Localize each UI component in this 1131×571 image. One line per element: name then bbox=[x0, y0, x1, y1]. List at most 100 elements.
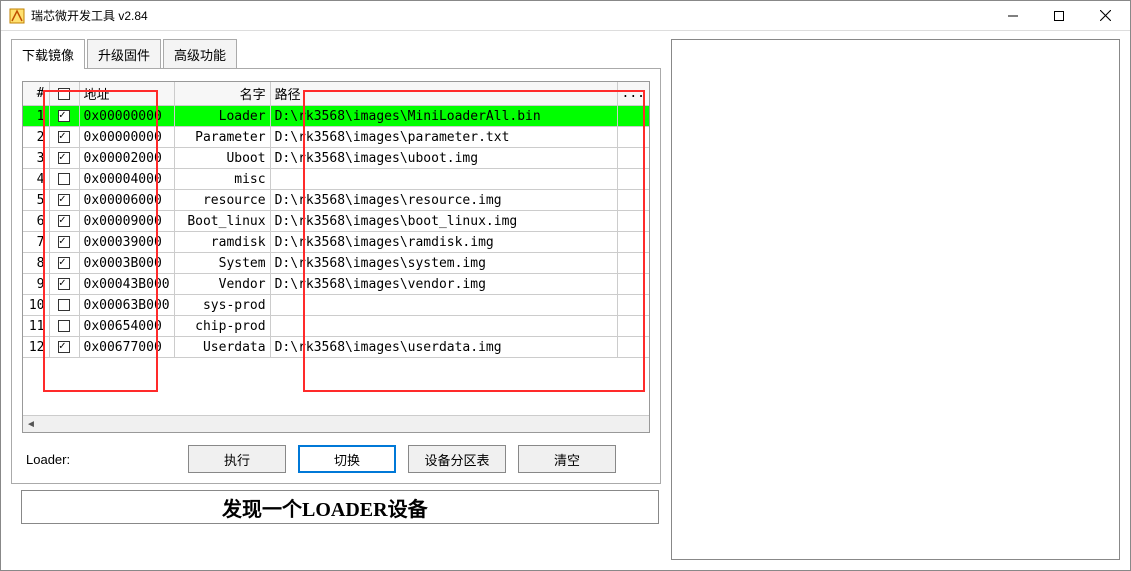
tab-download-image[interactable]: 下载镜像 bbox=[11, 39, 85, 69]
cell-address[interactable]: 0x00039000 bbox=[79, 232, 174, 253]
cell-extra[interactable] bbox=[617, 295, 649, 316]
cell-check[interactable] bbox=[49, 232, 79, 253]
cell-path[interactable]: D:\rk3568\images\system.img bbox=[270, 253, 617, 274]
col-number[interactable]: # bbox=[23, 82, 49, 106]
cell-path[interactable] bbox=[270, 169, 617, 190]
cell-check[interactable] bbox=[49, 274, 79, 295]
maximize-button[interactable] bbox=[1036, 2, 1082, 30]
close-icon bbox=[1100, 10, 1111, 21]
cell-path[interactable]: D:\rk3568\images\userdata.img bbox=[270, 337, 617, 358]
left-panel: 下载镜像 升级固件 高级功能 # 地址 名字 路径 ... bbox=[11, 39, 661, 560]
table-row[interactable]: 10x00000000LoaderD:\rk3568\images\MiniLo… bbox=[23, 106, 649, 127]
checkbox-icon bbox=[58, 320, 70, 332]
col-extra[interactable]: ... bbox=[617, 82, 649, 106]
cell-extra[interactable] bbox=[617, 232, 649, 253]
checkbox-icon bbox=[58, 299, 70, 311]
cell-extra[interactable] bbox=[617, 190, 649, 211]
table-row[interactable]: 20x00000000ParameterD:\rk3568\images\par… bbox=[23, 127, 649, 148]
cell-address[interactable]: 0x00000000 bbox=[79, 127, 174, 148]
horizontal-scrollbar[interactable]: ◄ bbox=[23, 415, 649, 432]
cell-name[interactable]: Parameter bbox=[174, 127, 270, 148]
table-row[interactable]: 50x00006000resourceD:\rk3568\images\reso… bbox=[23, 190, 649, 211]
cell-address[interactable]: 0x0003B000 bbox=[79, 253, 174, 274]
cell-name[interactable]: System bbox=[174, 253, 270, 274]
cell-name[interactable]: Boot_linux bbox=[174, 211, 270, 232]
cell-extra[interactable] bbox=[617, 253, 649, 274]
col-check[interactable] bbox=[49, 82, 79, 106]
cell-name[interactable]: Uboot bbox=[174, 148, 270, 169]
cell-address[interactable]: 0x00006000 bbox=[79, 190, 174, 211]
table-row[interactable]: 40x00004000misc bbox=[23, 169, 649, 190]
cell-name[interactable]: resource bbox=[174, 190, 270, 211]
cell-check[interactable] bbox=[49, 337, 79, 358]
cell-name[interactable]: Vendor bbox=[174, 274, 270, 295]
cell-extra[interactable] bbox=[617, 127, 649, 148]
cell-extra[interactable] bbox=[617, 106, 649, 127]
cell-address[interactable]: 0x00654000 bbox=[79, 316, 174, 337]
switch-button[interactable]: 切换 bbox=[298, 445, 396, 473]
status-bar: 发现一个LOADER设备 bbox=[21, 490, 659, 524]
checkbox-icon bbox=[58, 257, 70, 269]
cell-path[interactable]: D:\rk3568\images\vendor.img bbox=[270, 274, 617, 295]
cell-extra[interactable] bbox=[617, 211, 649, 232]
table-row[interactable]: 60x00009000Boot_linuxD:\rk3568\images\bo… bbox=[23, 211, 649, 232]
cell-path[interactable]: D:\rk3568\images\parameter.txt bbox=[270, 127, 617, 148]
cell-address[interactable]: 0x00677000 bbox=[79, 337, 174, 358]
checkbox-icon bbox=[58, 88, 70, 100]
clear-button[interactable]: 清空 bbox=[518, 445, 616, 473]
cell-path[interactable]: D:\rk3568\images\resource.img bbox=[270, 190, 617, 211]
cell-name[interactable]: Loader bbox=[174, 106, 270, 127]
cell-address[interactable]: 0x00002000 bbox=[79, 148, 174, 169]
cell-check[interactable] bbox=[49, 211, 79, 232]
cell-check[interactable] bbox=[49, 295, 79, 316]
col-address[interactable]: 地址 bbox=[79, 82, 174, 106]
checkbox-icon bbox=[58, 341, 70, 353]
cell-address[interactable]: 0x00004000 bbox=[79, 169, 174, 190]
cell-extra[interactable] bbox=[617, 337, 649, 358]
cell-name[interactable]: ramdisk bbox=[174, 232, 270, 253]
table-row[interactable]: 110x00654000chip-prod bbox=[23, 316, 649, 337]
cell-path[interactable]: D:\rk3568\images\ramdisk.img bbox=[270, 232, 617, 253]
execute-button[interactable]: 执行 bbox=[188, 445, 286, 473]
cell-extra[interactable] bbox=[617, 169, 649, 190]
table-row[interactable]: 100x00063B000sys-prod bbox=[23, 295, 649, 316]
checkbox-icon bbox=[58, 152, 70, 164]
table-row[interactable]: 90x00043B000VendorD:\rk3568\images\vendo… bbox=[23, 274, 649, 295]
cell-path[interactable]: D:\rk3568\images\boot_linux.img bbox=[270, 211, 617, 232]
cell-path[interactable] bbox=[270, 316, 617, 337]
minimize-button[interactable] bbox=[990, 2, 1036, 30]
cell-path[interactable] bbox=[270, 295, 617, 316]
cell-check[interactable] bbox=[49, 148, 79, 169]
cell-name[interactable]: chip-prod bbox=[174, 316, 270, 337]
cell-address[interactable]: 0x00043B000 bbox=[79, 274, 174, 295]
cell-extra[interactable] bbox=[617, 316, 649, 337]
table-row[interactable]: 30x00002000UbootD:\rk3568\images\uboot.i… bbox=[23, 148, 649, 169]
cell-name[interactable]: sys-prod bbox=[174, 295, 270, 316]
cell-check[interactable] bbox=[49, 253, 79, 274]
cell-check[interactable] bbox=[49, 106, 79, 127]
cell-check[interactable] bbox=[49, 190, 79, 211]
partition-table[interactable]: # 地址 名字 路径 ... 10x00000000LoaderD:\rk356… bbox=[23, 82, 649, 358]
tab-advanced[interactable]: 高级功能 bbox=[163, 39, 237, 69]
cell-path[interactable]: D:\rk3568\images\uboot.img bbox=[270, 148, 617, 169]
col-name[interactable]: 名字 bbox=[174, 82, 270, 106]
cell-extra[interactable] bbox=[617, 148, 649, 169]
cell-name[interactable]: misc bbox=[174, 169, 270, 190]
cell-address[interactable]: 0x00000000 bbox=[79, 106, 174, 127]
cell-address[interactable]: 0x00009000 bbox=[79, 211, 174, 232]
cell-check[interactable] bbox=[49, 127, 79, 148]
cell-extra[interactable] bbox=[617, 274, 649, 295]
partition-table-button[interactable]: 设备分区表 bbox=[408, 445, 506, 473]
cell-name[interactable]: Userdata bbox=[174, 337, 270, 358]
col-path[interactable]: 路径 bbox=[270, 82, 617, 106]
close-button[interactable] bbox=[1082, 2, 1128, 30]
table-row[interactable]: 80x0003B000SystemD:\rk3568\images\system… bbox=[23, 253, 649, 274]
tab-upgrade-firmware[interactable]: 升级固件 bbox=[87, 39, 161, 69]
cell-address[interactable]: 0x00063B000 bbox=[79, 295, 174, 316]
cell-check[interactable] bbox=[49, 316, 79, 337]
cell-path[interactable]: D:\rk3568\images\MiniLoaderAll.bin bbox=[270, 106, 617, 127]
cell-check[interactable] bbox=[49, 169, 79, 190]
table-row[interactable]: 70x00039000ramdiskD:\rk3568\images\ramdi… bbox=[23, 232, 649, 253]
log-panel[interactable] bbox=[671, 39, 1120, 560]
table-row[interactable]: 120x00677000UserdataD:\rk3568\images\use… bbox=[23, 337, 649, 358]
